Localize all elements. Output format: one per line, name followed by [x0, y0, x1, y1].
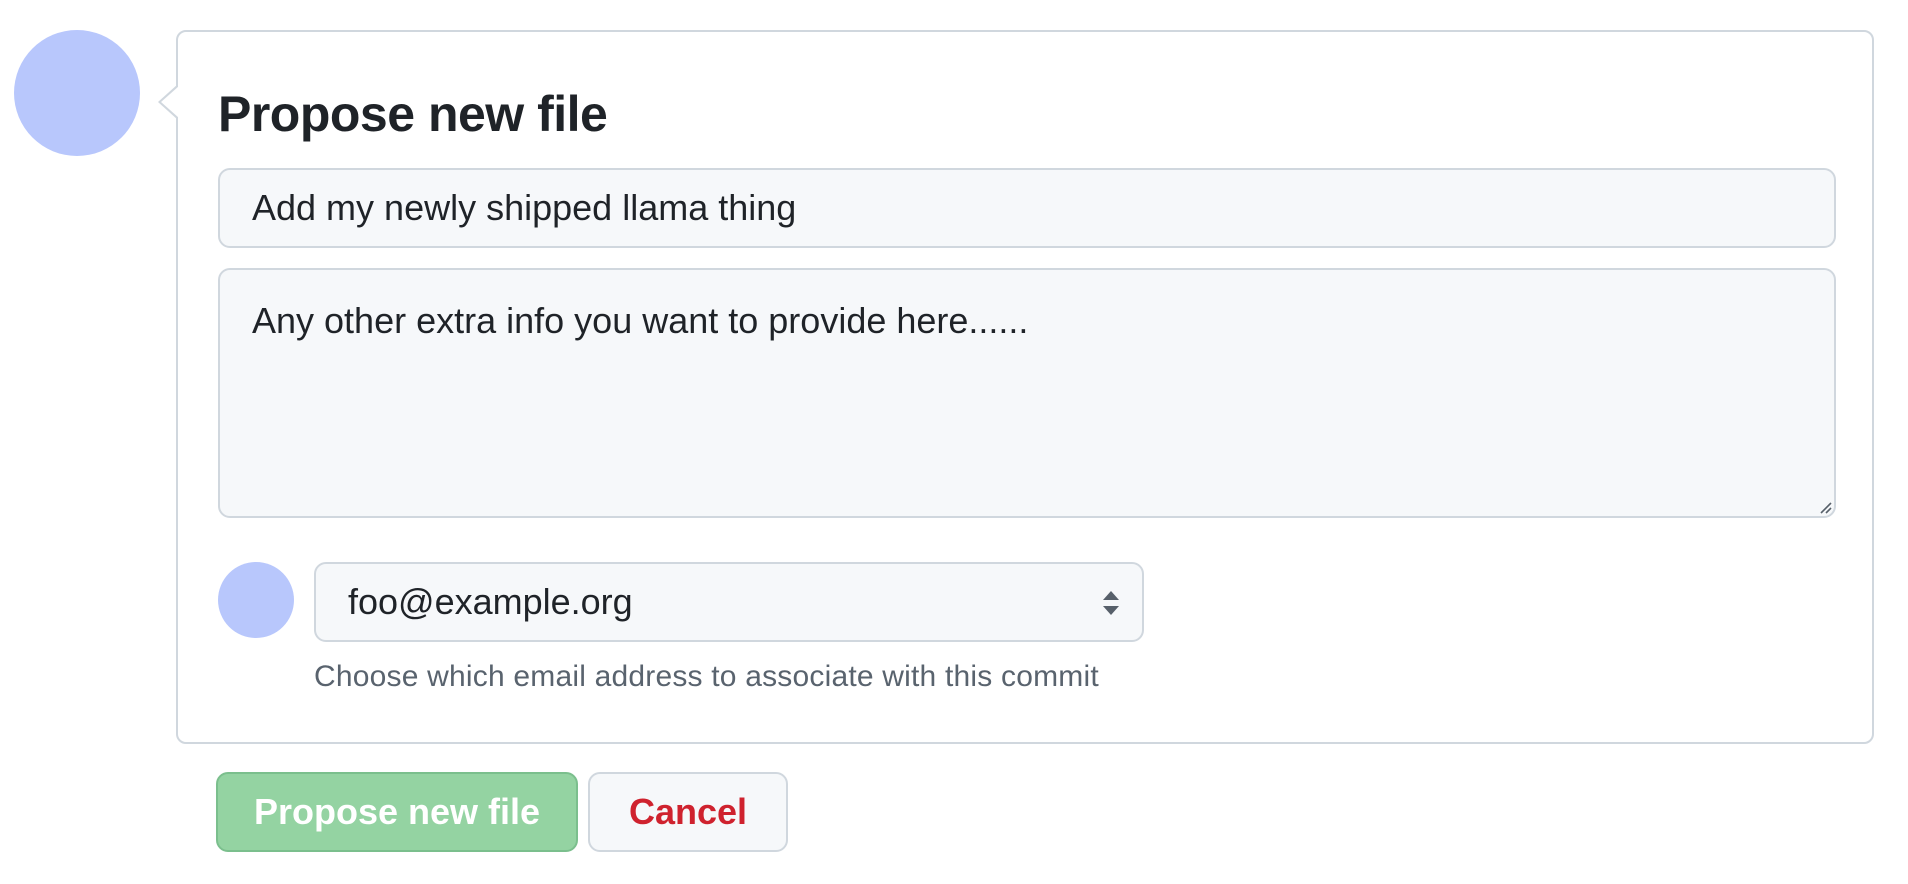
commit-description-textarea[interactable]: Any other extra info you want to provide…: [218, 268, 1836, 518]
page-title: Propose new file: [218, 86, 608, 142]
commit-email-select[interactable]: foo@example.org: [314, 562, 1144, 642]
cancel-button[interactable]: Cancel: [588, 772, 788, 852]
panel-caret-fill: [161, 86, 179, 118]
selected-email: foo@example.org: [348, 581, 633, 622]
up-down-caret-icon: [1103, 591, 1119, 615]
commit-form-panel: Propose new file Any other extra info yo…: [158, 30, 1874, 744]
propose-new-file-button[interactable]: Propose new file: [216, 772, 578, 852]
commit-summary-input[interactable]: [218, 168, 1836, 248]
user-avatar: [14, 30, 140, 156]
email-hint-text: Choose which email address to associate …: [314, 660, 1099, 693]
resize-grip-icon[interactable]: [1818, 500, 1832, 514]
committer-avatar: [218, 562, 294, 638]
